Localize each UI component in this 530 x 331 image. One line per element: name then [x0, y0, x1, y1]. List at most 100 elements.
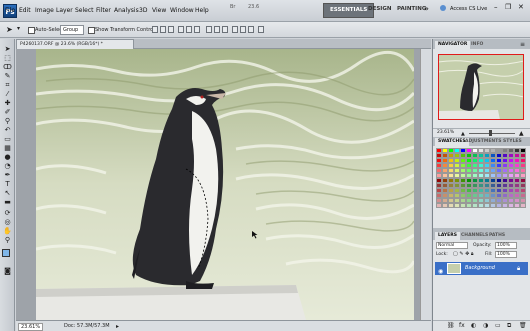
- close-button[interactable]: ✕: [518, 3, 524, 11]
- align-vcenter-icon[interactable]: [160, 26, 166, 33]
- navigator-view-box[interactable]: [438, 54, 524, 120]
- status-doc-size: Doc: 57.3M/57.3M: [64, 323, 110, 329]
- blend-mode-dropdown[interactable]: Normal: [436, 242, 468, 249]
- align-left-icon[interactable]: [178, 26, 184, 33]
- align-right-icon[interactable]: [194, 26, 200, 33]
- add-mask-icon[interactable]: ◐: [471, 322, 476, 329]
- navigator-menu-icon[interactable]: ≡: [520, 41, 525, 48]
- eyedropper-tool-icon[interactable]: ⁄: [3, 90, 12, 98]
- zoom-level[interactable]: 23.6: [248, 4, 259, 10]
- minimize-button[interactable]: –: [494, 3, 498, 11]
- menu-strip: File Edit Image Layer Select Filter Anal…: [0, 0, 530, 22]
- tab-layers[interactable]: LAYERS: [435, 232, 460, 240]
- shape-tool-icon[interactable]: ▬: [3, 198, 12, 206]
- document-tab[interactable]: P4260137.ORF @ 23.6% (RGB/16*) *: [16, 39, 134, 49]
- opacity-field[interactable]: 100%: [495, 242, 517, 249]
- menu-view[interactable]: View: [152, 7, 166, 14]
- distribute-hcenter-icon[interactable]: [240, 26, 246, 33]
- menu-help[interactable]: Help: [195, 7, 209, 14]
- marquee-tool-icon[interactable]: ⬚: [3, 54, 12, 62]
- brush-tool-icon[interactable]: ✐: [3, 108, 12, 116]
- distribute-vcenter-icon[interactable]: [214, 26, 220, 33]
- align-top-icon[interactable]: [152, 26, 158, 33]
- blur-tool-icon[interactable]: ●: [3, 153, 12, 161]
- tab-info[interactable]: INFO: [468, 41, 486, 49]
- cs-live-icon[interactable]: [440, 5, 446, 11]
- menu-filter[interactable]: Filter: [96, 7, 111, 14]
- foreground-color-swatch[interactable]: [2, 249, 10, 257]
- zoom-out-icon[interactable]: ▲: [461, 131, 465, 137]
- tab-navigator[interactable]: NAVIGATOR: [435, 41, 471, 49]
- zoom-slider-thumb[interactable]: [489, 130, 492, 136]
- lock-icons[interactable]: ▢ ✎ ✥ 🔒︎: [453, 251, 474, 257]
- more-workspaces-icon[interactable]: »: [424, 4, 429, 13]
- adjustment-layer-icon[interactable]: ◑: [483, 322, 488, 329]
- show-transform-checkbox[interactable]: [88, 27, 95, 34]
- layer-row-background[interactable]: ◉ Background 🔒︎: [435, 262, 528, 275]
- cs-live-link[interactable]: Access CS Live: [450, 6, 487, 12]
- eraser-tool-icon[interactable]: ▭: [3, 135, 12, 143]
- distribute-right-icon[interactable]: [248, 26, 254, 33]
- align-bottom-icon[interactable]: [168, 26, 174, 33]
- 3d-rotate-tool-icon[interactable]: ⟳: [3, 209, 12, 217]
- fill-field[interactable]: 100%: [495, 251, 517, 258]
- gradient-tool-icon[interactable]: ▦: [3, 144, 12, 152]
- distribute-top-icon[interactable]: [206, 26, 212, 33]
- quick-mask-icon[interactable]: ◙: [3, 267, 12, 275]
- bridge-icon[interactable]: Br: [230, 4, 236, 10]
- path-select-tool-icon[interactable]: ↖: [3, 189, 12, 197]
- clone-stamp-tool-icon[interactable]: ⚲: [3, 117, 12, 125]
- menu-edit[interactable]: Edit: [19, 7, 31, 14]
- pen-tool-icon[interactable]: ✒: [3, 171, 12, 179]
- status-bar: 23.61% Doc: 57.3M/57.3M ▸: [16, 320, 431, 331]
- distribute-bottom-icon[interactable]: [222, 26, 228, 33]
- crop-tool-icon[interactable]: ⌗: [3, 81, 12, 89]
- menu-select[interactable]: Select: [75, 7, 94, 14]
- history-brush-tool-icon[interactable]: ↶: [3, 126, 12, 134]
- type-tool-icon[interactable]: T: [3, 180, 12, 188]
- options-bar: ➤ ▾ Auto-Select: Group Show Transform Co…: [0, 22, 530, 38]
- menu-window[interactable]: Window: [170, 7, 194, 14]
- menu-analysis[interactable]: Analysis: [114, 7, 139, 14]
- menu-image[interactable]: Image: [35, 7, 54, 14]
- menu-3d[interactable]: 3D: [139, 7, 147, 14]
- zoom-slider[interactable]: [469, 133, 515, 134]
- status-zoom[interactable]: 23.61%: [18, 323, 44, 331]
- menu-layer[interactable]: Layer: [56, 7, 73, 14]
- trash-icon[interactable]: 🗑︎: [519, 322, 527, 329]
- tool-preset-icon[interactable]: ▾: [17, 25, 20, 32]
- tab-paths[interactable]: PATHS: [486, 232, 508, 240]
- 3d-orbit-tool-icon[interactable]: ◎: [3, 218, 12, 226]
- distribute-left-icon[interactable]: [232, 26, 238, 33]
- navigator-zoom-value[interactable]: 23.61%: [437, 130, 454, 135]
- new-group-icon[interactable]: ▭: [495, 322, 501, 329]
- healing-brush-tool-icon[interactable]: ✚: [3, 99, 12, 107]
- tab-styles[interactable]: STYLES: [500, 138, 525, 146]
- swatches-grid[interactable]: [436, 148, 526, 212]
- move-tool-icon[interactable]: ➤: [3, 45, 12, 53]
- dodge-tool-icon[interactable]: ◔: [3, 162, 12, 170]
- quick-select-tool-icon[interactable]: ✎: [3, 72, 12, 80]
- layers-panel: Normal Opacity: 100% Lock: ▢ ✎ ✥ 🔒︎ Fill…: [433, 240, 530, 331]
- canvas-area[interactable]: [16, 49, 420, 320]
- restore-button[interactable]: ❐: [505, 3, 511, 11]
- tab-adjustments[interactable]: ADJUSTMENTS: [462, 138, 505, 146]
- status-menu-arrow-icon[interactable]: ▸: [116, 323, 119, 330]
- vertical-scrollbar[interactable]: [420, 49, 431, 320]
- zoom-in-icon[interactable]: ▲: [519, 130, 524, 137]
- menu-file-label[interactable]: File: [5, 7, 15, 14]
- penguin-photo[interactable]: [36, 49, 414, 320]
- link-layers-icon[interactable]: ⛓: [447, 322, 455, 329]
- color-swatch[interactable]: [520, 203, 526, 208]
- new-layer-icon[interactable]: ⧉: [507, 322, 511, 330]
- hand-tool-icon[interactable]: ✋: [3, 227, 12, 235]
- align-hcenter-icon[interactable]: [186, 26, 192, 33]
- auto-select-checkbox[interactable]: [28, 27, 35, 34]
- layer-style-icon[interactable]: fx: [459, 322, 465, 329]
- move-tool-icon[interactable]: ➤: [6, 25, 13, 34]
- auto-select-dropdown[interactable]: Group: [60, 25, 84, 35]
- auto-align-icon[interactable]: [258, 26, 264, 33]
- lasso-tool-icon[interactable]: ↀ: [3, 63, 12, 71]
- eye-icon[interactable]: ◉: [438, 265, 443, 278]
- zoom-tool-icon[interactable]: ⚲: [3, 236, 12, 244]
